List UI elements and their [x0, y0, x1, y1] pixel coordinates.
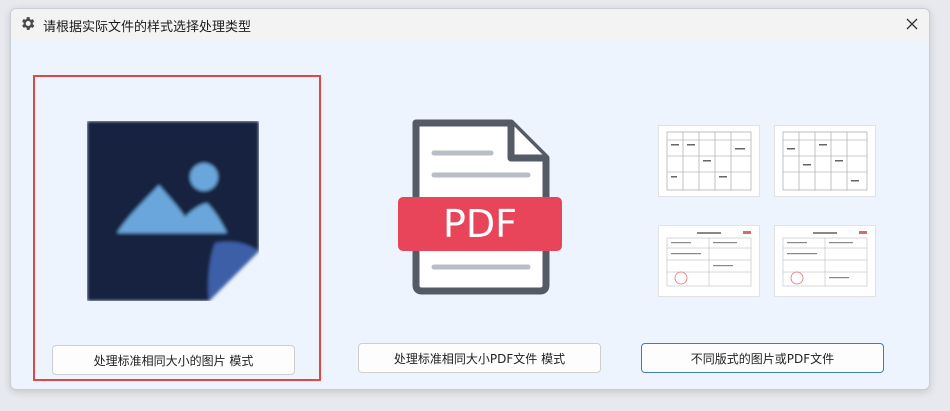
table-document-thumbnail: [774, 125, 876, 197]
close-button[interactable]: [901, 13, 923, 35]
window-title: 请根据实际文件的样式选择处理类型: [43, 20, 252, 35]
invoice-document-thumbnail: [774, 225, 876, 297]
pdf-file-icon: PDF: [398, 119, 562, 295]
pdf-mode-label: 处理标准相同大小PDF文件 模式: [393, 351, 566, 366]
table-document-thumbnail: [658, 125, 760, 197]
option-mixed-mode[interactable]: 不同版式的图片或PDF文件: [632, 75, 920, 381]
close-icon: [906, 18, 918, 30]
image-mode-button[interactable]: 处理标准相同大小的图片 模式: [52, 345, 295, 375]
image-mode-label: 处理标准相同大小的图片 模式: [93, 353, 254, 368]
gear-icon: [22, 17, 35, 30]
invoice-document-thumbnail: [658, 225, 760, 297]
option-pdf-mode[interactable]: PDF 处理标准相同大小PDF文件 模式: [341, 75, 629, 381]
image-file-icon: [87, 121, 259, 301]
mixed-mode-label: 不同版式的图片或PDF文件: [690, 351, 835, 366]
pdf-mode-button[interactable]: 处理标准相同大小PDF文件 模式: [358, 343, 601, 373]
title-bar: 请根据实际文件的样式选择处理类型: [11, 9, 929, 39]
dialog-window: 请根据实际文件的样式选择处理类型 处理标准相同大小的图片 模式 PDF 处理标准…: [10, 8, 930, 390]
mixed-mode-button[interactable]: 不同版式的图片或PDF文件: [641, 343, 884, 373]
pdf-badge-text: PDF: [443, 202, 517, 246]
option-image-mode[interactable]: 处理标准相同大小的图片 模式: [33, 75, 321, 381]
